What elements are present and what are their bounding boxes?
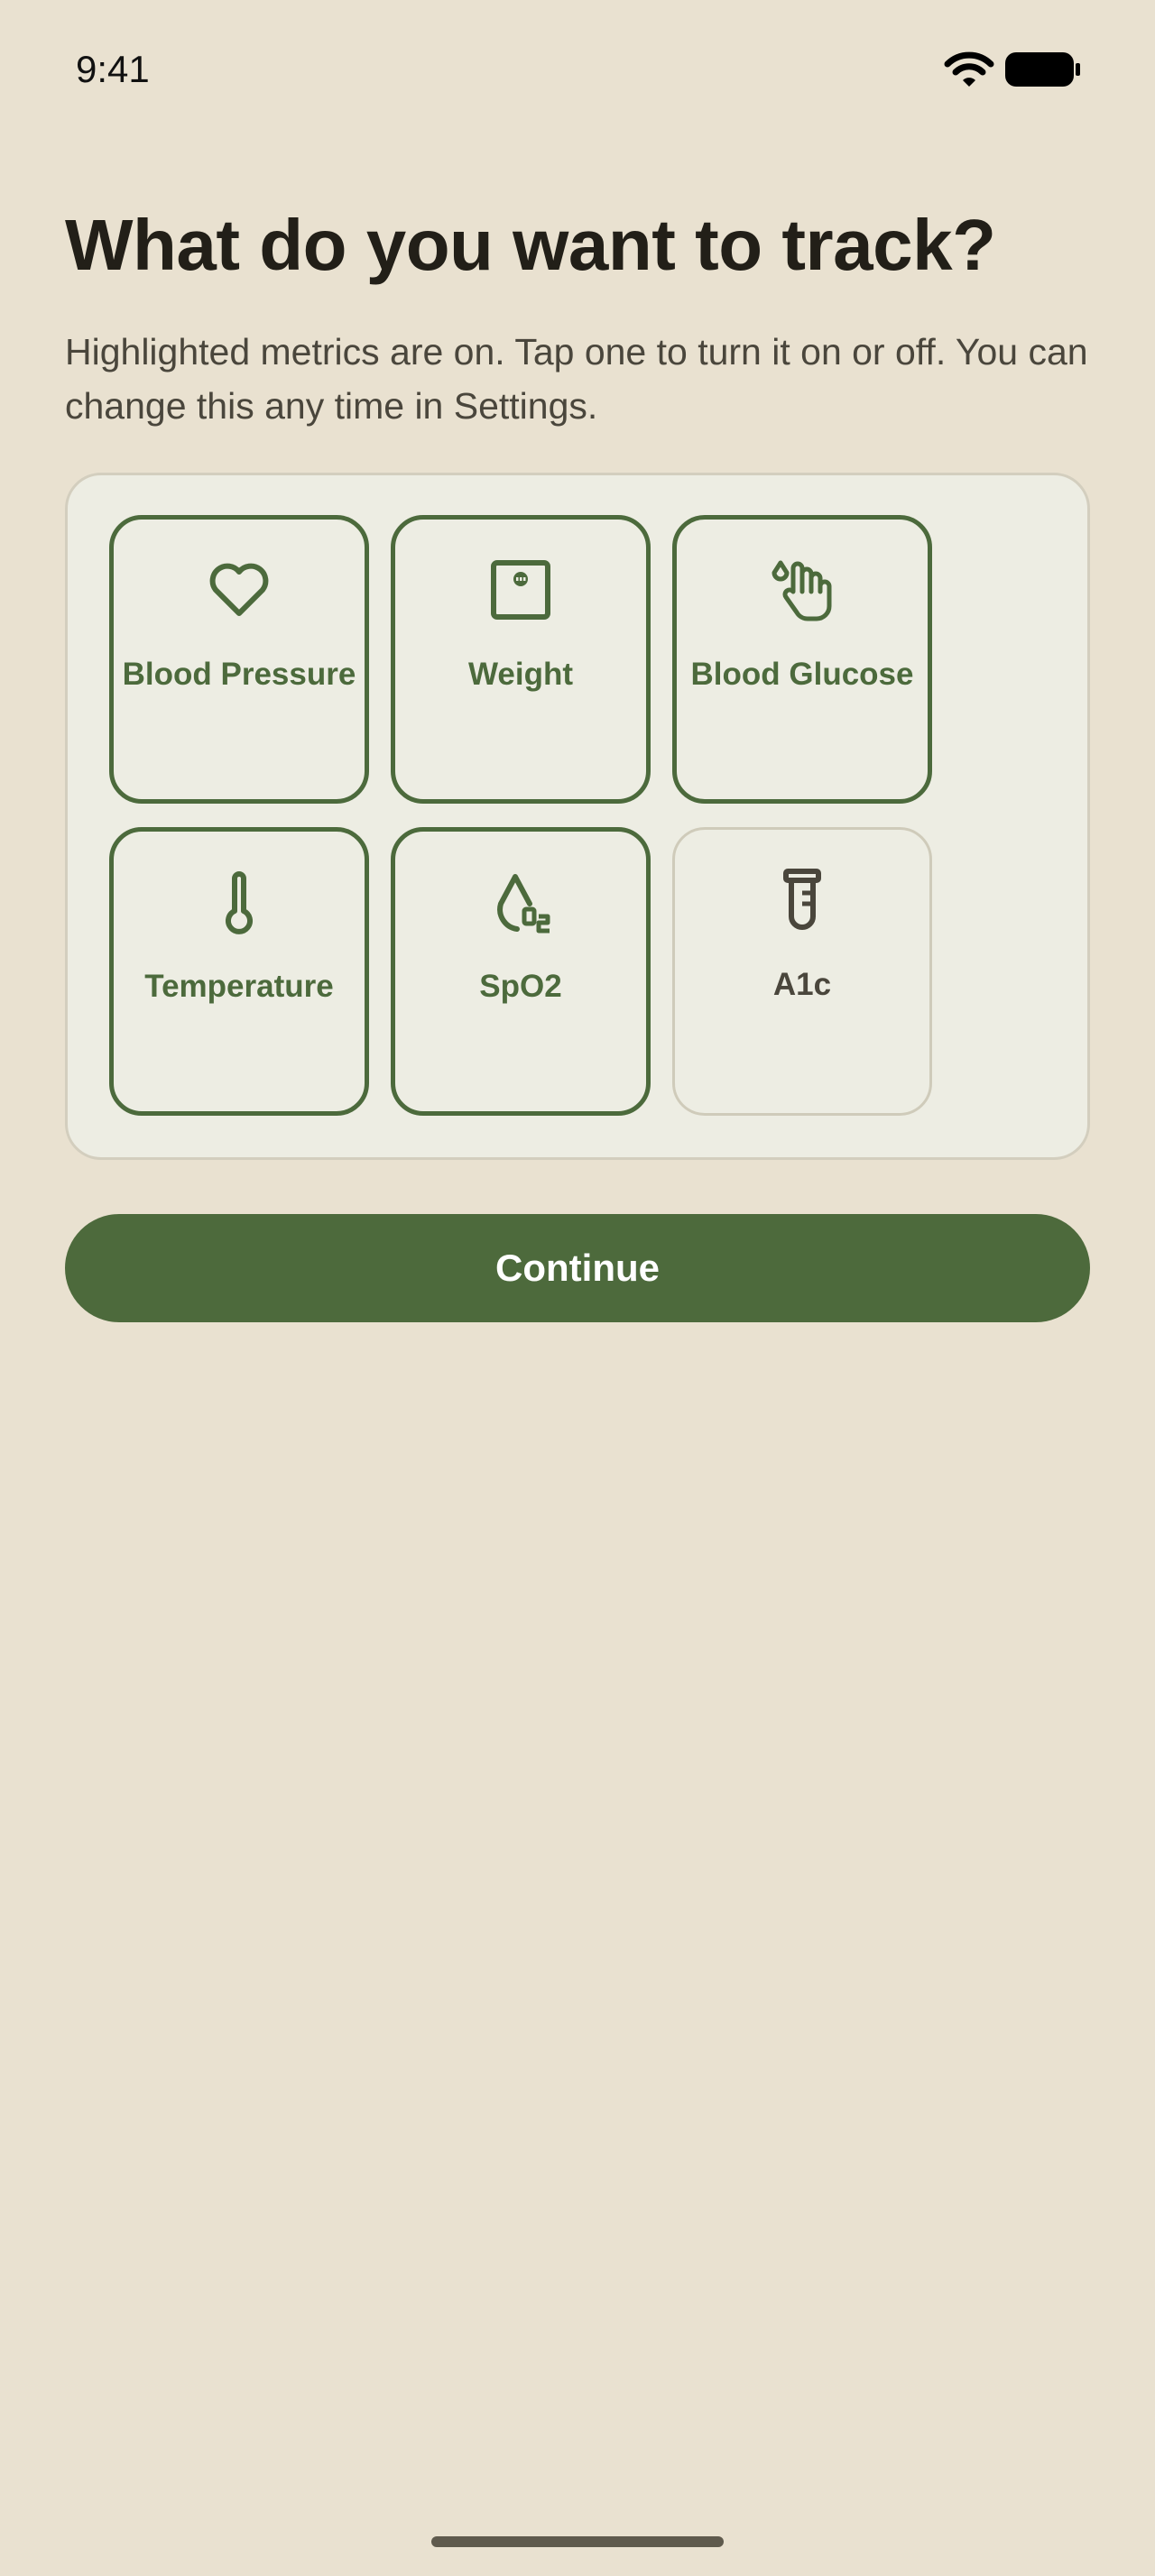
thermometer-icon (226, 871, 253, 934)
metric-label: A1c (772, 967, 832, 1002)
heart-icon (209, 563, 269, 616)
metric-label: Temperature (144, 969, 334, 1004)
oxygen-drop-icon (497, 874, 550, 934)
metric-card-blood-glucose[interactable]: Blood Glucose (672, 515, 932, 804)
metric-card-blood-pressure[interactable]: Blood Pressure (109, 515, 369, 804)
metric-card-spo2[interactable]: SpO2 (391, 827, 651, 1116)
status-bar: 9:41 (0, 0, 1155, 135)
wifi-icon (944, 51, 994, 87)
metric-label: Weight (467, 657, 573, 692)
battery-icon (1005, 52, 1080, 87)
home-indicator (431, 2536, 724, 2547)
metric-selection-panel: Blood Pressure Weight Blood Glucose Temp… (65, 473, 1090, 1160)
scale-icon (491, 560, 550, 620)
metric-label: SpO2 (479, 969, 562, 1004)
metric-card-temperature[interactable]: Temperature (109, 827, 369, 1116)
metric-label: Blood Glucose (690, 657, 914, 692)
glucose-finger-icon (772, 560, 832, 621)
continue-button[interactable]: Continue (65, 1214, 1090, 1322)
metric-card-weight[interactable]: Weight (391, 515, 651, 804)
metric-label: Blood Pressure (122, 657, 356, 692)
test-tube-icon (783, 869, 821, 930)
onboarding-screen: 9:41 What do you want to track? Highligh… (0, 0, 1155, 2576)
page-title: What do you want to track? (65, 205, 996, 285)
page-subtitle: Highlighted metrics are on. Tap one to t… (65, 331, 1088, 427)
metric-card-a1c[interactable]: A1c (672, 827, 932, 1116)
status-time: 9:41 (76, 48, 150, 90)
